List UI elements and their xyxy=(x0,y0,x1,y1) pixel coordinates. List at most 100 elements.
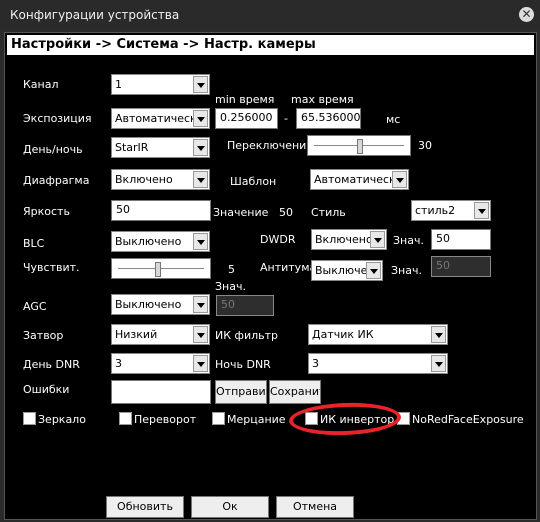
flicker-checkbox[interactable]: Мерцание xyxy=(212,412,286,426)
checkbox-box[interactable] xyxy=(119,412,132,425)
slider-thumb[interactable] xyxy=(357,139,363,154)
cancel-button[interactable]: Отмена xyxy=(276,496,354,518)
ir-filter-select[interactable]: Датчик ИК xyxy=(308,324,448,345)
chevron-down-icon xyxy=(193,76,208,93)
refresh-button[interactable]: Обновить xyxy=(106,496,184,518)
style-select[interactable]: стиль2 xyxy=(411,200,491,221)
iris-value: Включено xyxy=(115,173,173,186)
min-time-input[interactable]: 0.256000 xyxy=(215,108,278,129)
agc-value: Выключено xyxy=(115,298,182,311)
title-bar: Конфигурации устройства ✕ xyxy=(0,0,540,30)
checkbox-box[interactable] xyxy=(212,412,225,425)
night-dnr-value: 3 xyxy=(312,357,319,370)
template-label: Шаблон xyxy=(230,175,277,188)
blc-label: BLC xyxy=(23,237,45,250)
chevron-down-icon xyxy=(193,296,208,313)
flicker-label: Мерцание xyxy=(227,413,286,426)
slider-track xyxy=(118,268,204,269)
exposure-select[interactable]: Автоматически xyxy=(111,108,210,129)
send-button[interactable]: Отправить xyxy=(215,380,267,404)
chevron-down-icon xyxy=(370,231,385,248)
max-time-input[interactable]: 65.536000 xyxy=(296,108,361,129)
dwdr-label: DWDR xyxy=(260,233,296,246)
no-red-face-checkbox[interactable]: NoRedFaceExposure xyxy=(397,412,524,426)
template-select[interactable]: Автоматически xyxy=(310,169,409,190)
value-label: Значение xyxy=(213,206,269,219)
errors-input[interactable] xyxy=(111,380,211,404)
sensitivity-slider[interactable] xyxy=(111,258,211,279)
day-dnr-select[interactable]: 3 xyxy=(111,353,210,374)
antitum-znach-input[interactable]: 50 xyxy=(431,256,491,277)
chevron-down-icon xyxy=(193,171,208,188)
ir-filter-label: ИК фильтр xyxy=(215,329,278,342)
breadcrumb-text: Настройки -> Система -> Настр. камеры xyxy=(11,37,316,52)
iris-label: Диафрагма xyxy=(23,174,90,187)
chevron-down-icon xyxy=(431,355,446,372)
daynight-label: День/ночь xyxy=(23,143,83,156)
brightness-label: Яркость xyxy=(23,205,70,218)
daynight-value: StarIR xyxy=(115,141,149,154)
no-red-face-label: NoRedFaceExposure xyxy=(412,413,524,426)
window-title: Конфигурации устройства xyxy=(10,8,180,22)
sensitivity-label: Чувствит. xyxy=(23,261,80,274)
chevron-down-icon xyxy=(193,110,208,127)
brightness-input[interactable]: 50 xyxy=(111,200,211,221)
daynight-select[interactable]: StarIR xyxy=(111,137,210,158)
iris-select[interactable]: Включено xyxy=(111,169,210,190)
night-dnr-label: Ночь DNR xyxy=(215,358,271,371)
shutter-select[interactable]: Низкий xyxy=(111,324,210,345)
switch-label: Переключение xyxy=(227,139,314,152)
flip-checkbox[interactable]: Переворот xyxy=(119,412,196,426)
agc-label: AGC xyxy=(23,300,47,313)
value-num: 50 xyxy=(279,206,293,219)
min-time-label: min время xyxy=(215,93,275,106)
channel-label: Канал xyxy=(23,78,59,91)
night-dnr-select[interactable]: 3 xyxy=(308,353,448,374)
chevron-down-icon xyxy=(474,202,489,219)
channel-value: 1 xyxy=(115,78,122,91)
chevron-down-icon xyxy=(193,139,208,156)
antitum-znach-label: Знач. xyxy=(391,264,422,277)
chevron-down-icon xyxy=(193,355,208,372)
mirror-checkbox[interactable]: Зеркало xyxy=(23,412,86,426)
agc-select[interactable]: Выключено xyxy=(111,294,210,315)
dwdr-select[interactable]: Включено xyxy=(311,229,387,250)
save-button[interactable]: Сохранить xyxy=(269,380,321,404)
chevron-down-icon xyxy=(392,171,407,188)
day-dnr-value: 3 xyxy=(115,357,122,370)
exposure-label: Экспозиция xyxy=(23,112,92,125)
channel-select[interactable]: 1 xyxy=(111,74,210,95)
checkbox-box[interactable] xyxy=(23,412,36,425)
switch-slider[interactable] xyxy=(307,135,411,156)
close-icon[interactable]: ✕ xyxy=(519,7,534,22)
max-time-label: max время xyxy=(291,93,354,106)
antitum-label: Антитума xyxy=(260,261,317,274)
device-config-window: Конфигурации устройства ✕ Настройки -> С… xyxy=(0,0,540,522)
flip-label: Переворот xyxy=(134,413,197,426)
dwdr-znach-label: Знач. xyxy=(393,234,424,247)
exposure-value: Автоматически xyxy=(115,112,204,125)
shutter-value: Низкий xyxy=(115,328,158,341)
chevron-down-icon xyxy=(431,326,446,343)
blc-value: Выключено xyxy=(115,235,182,248)
chevron-down-icon xyxy=(193,326,208,343)
ok-button[interactable]: Ок xyxy=(191,496,269,518)
shutter-label: Затвор xyxy=(23,329,64,342)
chevron-down-icon xyxy=(193,233,208,250)
errors-label: Ошибки xyxy=(23,383,70,396)
agc-znach-label: Знач. xyxy=(215,280,246,293)
mirror-label: Зеркало xyxy=(38,413,86,426)
switch-value: 30 xyxy=(418,139,432,152)
range-dash: - xyxy=(284,112,288,125)
antitum-select[interactable]: Выключено xyxy=(311,260,383,281)
dwdr-znach-input[interactable]: 50 xyxy=(431,229,491,250)
slider-thumb[interactable] xyxy=(154,262,161,277)
blc-select[interactable]: Выключено xyxy=(111,231,210,252)
dwdr-value: Включено xyxy=(315,233,373,246)
breadcrumb: Настройки -> Система -> Настр. камеры xyxy=(7,35,534,57)
agc-znach-input[interactable]: 50 xyxy=(216,295,274,316)
settings-panel: Настройки -> Система -> Настр. камеры Ка… xyxy=(4,32,537,520)
ms-unit-label: мс xyxy=(386,113,401,126)
style-label: Стиль xyxy=(311,206,346,219)
sensitivity-value: 5 xyxy=(228,263,235,276)
